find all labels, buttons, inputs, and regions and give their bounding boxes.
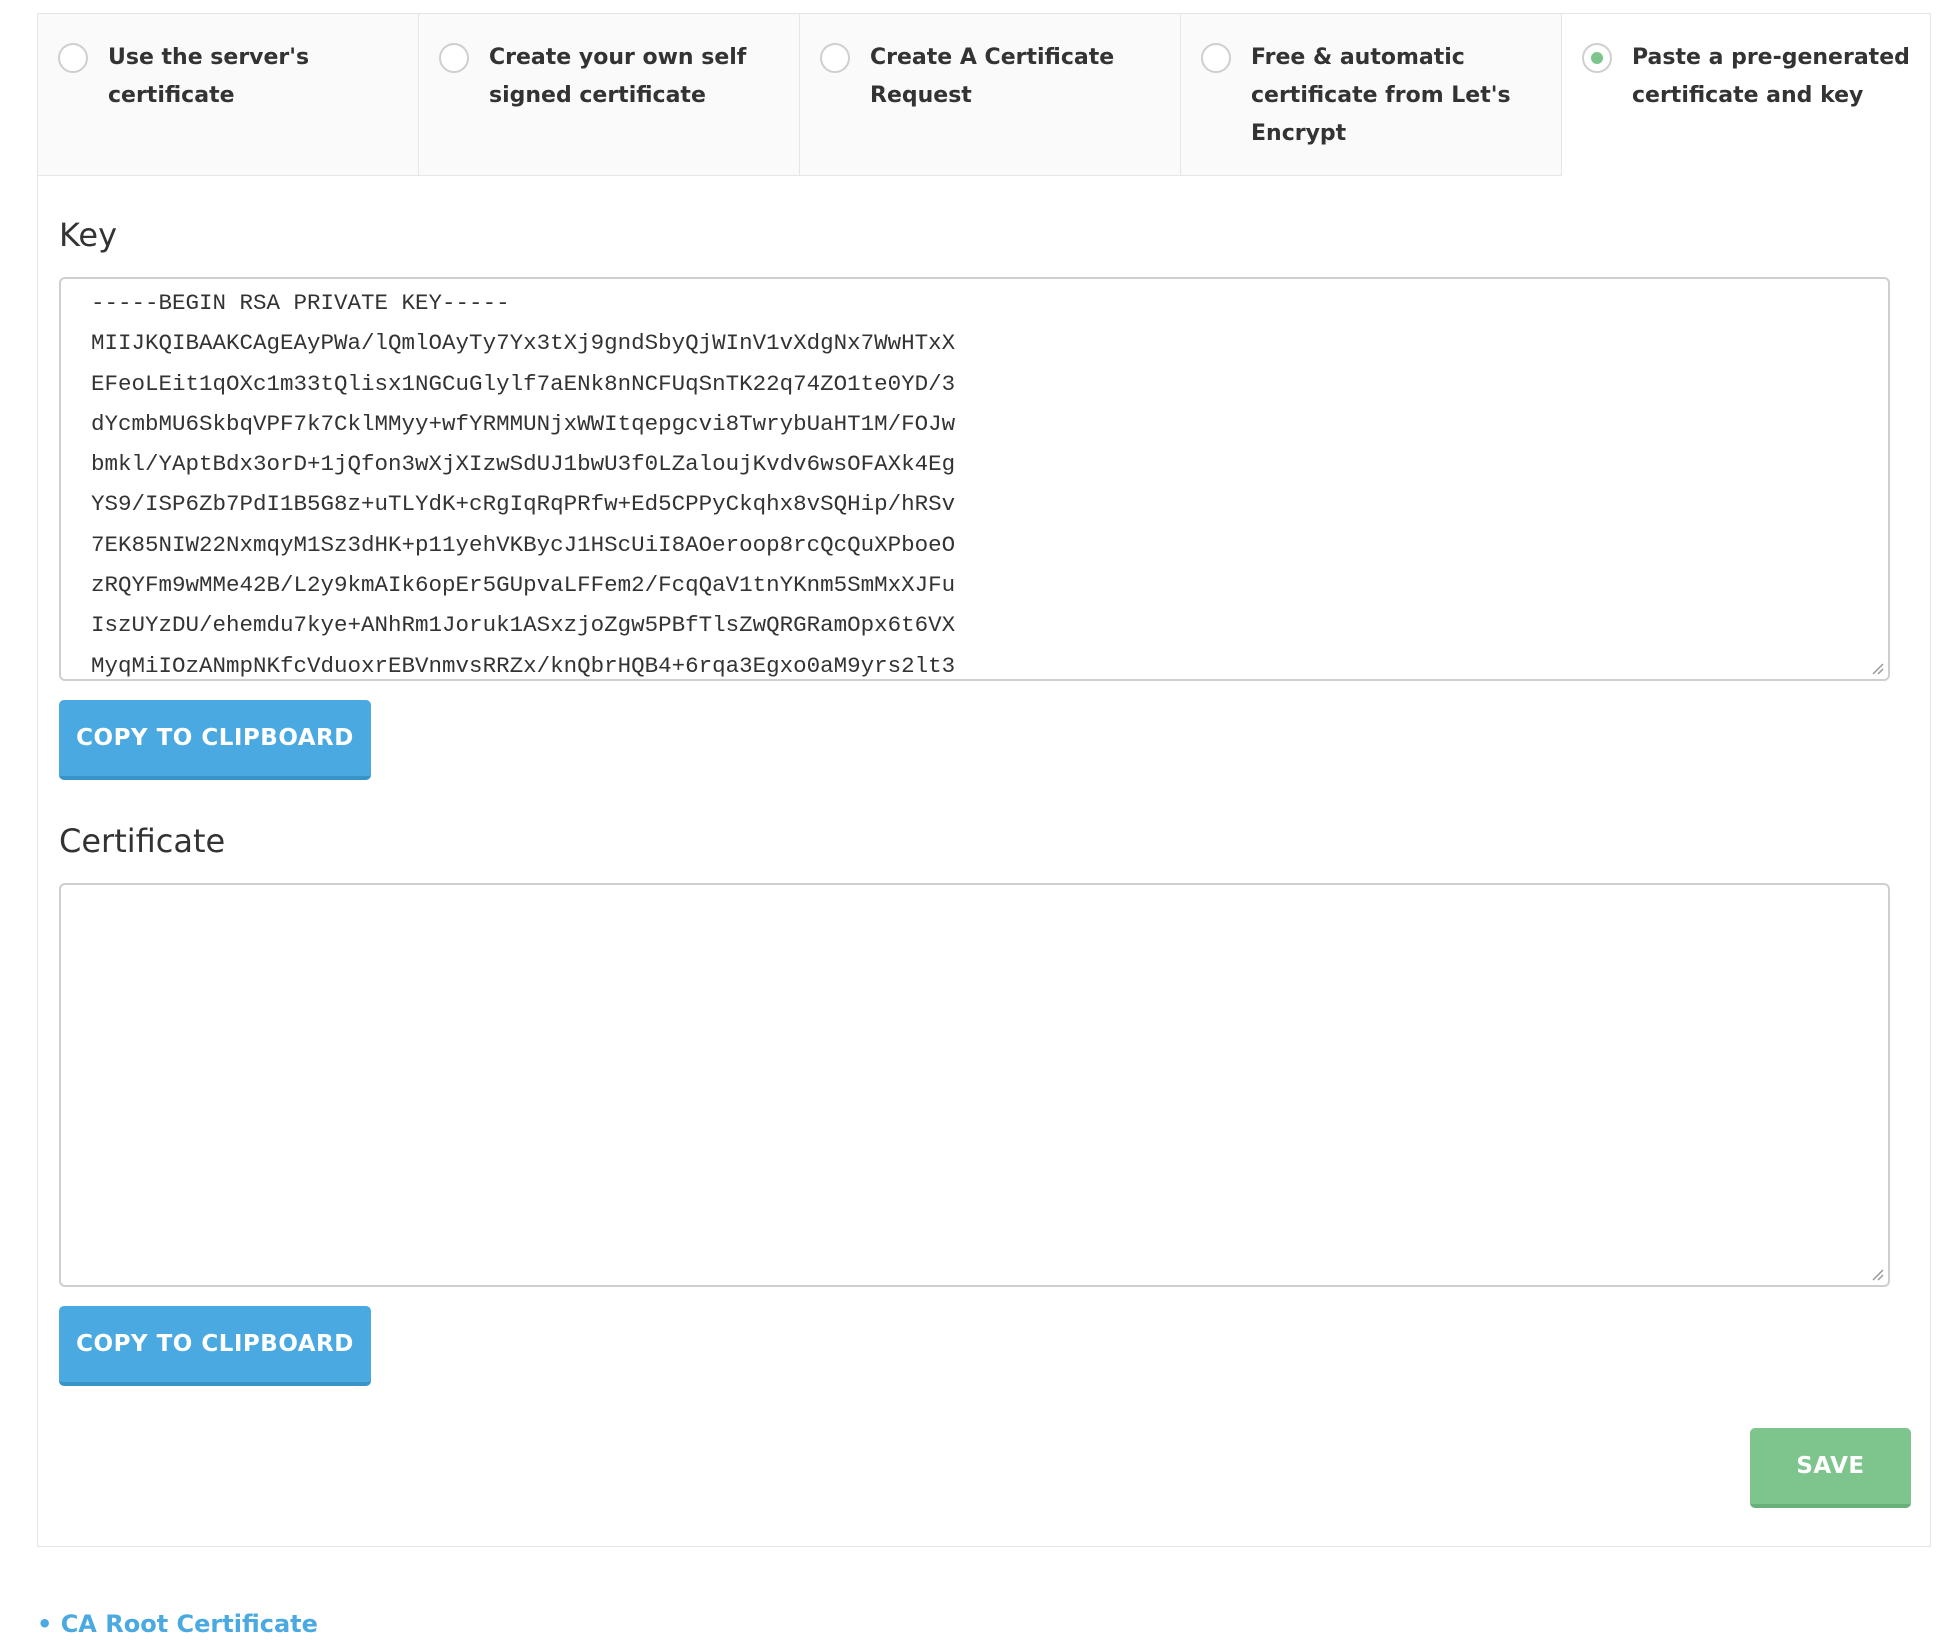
certificate-textarea[interactable]	[59, 883, 1890, 1287]
tab-server-certificate[interactable]: Use the server's certificate	[38, 14, 419, 176]
ca-root-certificate-link[interactable]: • CA Root Certificate	[37, 1610, 318, 1638]
tab-lets-encrypt[interactable]: Free & automatic certificate from Let's …	[1181, 14, 1562, 176]
tab-paste-certificate[interactable]: Paste a pre-generated certificate and ke…	[1562, 14, 1930, 176]
radio-server-certificate[interactable]	[58, 43, 88, 73]
radio-certificate-request[interactable]	[820, 43, 850, 73]
copy-certificate-button[interactable]: COPY TO CLIPBOARD	[59, 1306, 371, 1386]
resize-handle-icon[interactable]	[1870, 1267, 1884, 1281]
key-section-title: Key	[59, 216, 118, 254]
radio-self-signed-certificate[interactable]	[439, 43, 469, 73]
tab-label: Paste a pre-generated certificate and ke…	[1632, 45, 1910, 108]
tab-label: Create your own self signed certificate	[489, 45, 747, 108]
certificate-section-title: Certificate	[59, 822, 226, 860]
key-textarea-content: -----BEGIN RSA PRIVATE KEY----- MIIJKQIB…	[91, 290, 956, 679]
tab-label: Free & automatic certificate from Let's …	[1251, 45, 1511, 146]
tab-certificate-request[interactable]: Create A Certificate Request	[800, 14, 1181, 176]
tab-label: Create A Certificate Request	[870, 45, 1115, 108]
save-button[interactable]: SAVE	[1750, 1428, 1911, 1508]
key-textarea[interactable]: -----BEGIN RSA PRIVATE KEY----- MIIJKQIB…	[59, 277, 1890, 681]
certificate-method-tabs: Use the server's certificate Create your…	[38, 14, 1930, 176]
ssl-settings-panel: Use the server's certificate Create your…	[37, 13, 1931, 1547]
tab-label: Use the server's certificate	[108, 45, 310, 108]
radio-paste-certificate[interactable]	[1582, 43, 1612, 73]
resize-handle-icon[interactable]	[1870, 661, 1884, 675]
copy-key-button[interactable]: COPY TO CLIPBOARD	[59, 700, 371, 780]
tab-self-signed-certificate[interactable]: Create your own self signed certificate	[419, 14, 800, 176]
radio-lets-encrypt[interactable]	[1201, 43, 1231, 73]
